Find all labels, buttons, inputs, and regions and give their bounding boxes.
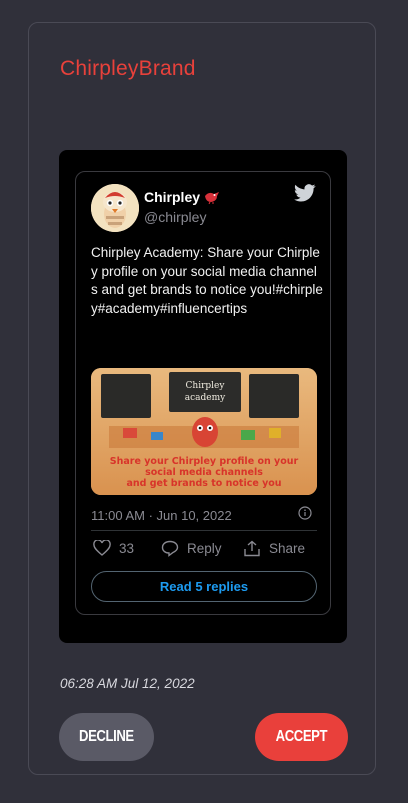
reply-button[interactable]: Reply: [161, 540, 222, 557]
svg-text:academy: academy: [185, 393, 226, 403]
tweet-author[interactable]: Chirpley: [144, 189, 221, 205]
tweet-text: Chirpley Academy: Share your Chirpley pr…: [91, 245, 323, 316]
info-icon[interactable]: [298, 506, 312, 520]
decline-label: DECLINE: [79, 728, 134, 745]
share-icon: [244, 540, 260, 557]
tweet-card[interactable]: Chirpley @chirpley Chirpley Academy: Sha…: [75, 171, 331, 615]
read-replies-button[interactable]: Read 5 replies: [91, 571, 317, 602]
tweet-embed: Chirpley @chirpley Chirpley Academy: Sha…: [59, 150, 347, 643]
like-button[interactable]: 33: [93, 540, 134, 556]
red-bird-icon: [205, 192, 220, 204]
accept-button[interactable]: ACCEPT: [255, 713, 348, 761]
accept-label: ACCEPT: [275, 728, 328, 745]
post-date: 06:28 AM Jul 12, 2022: [60, 676, 195, 691]
tweet-actions: 33 Reply Share: [91, 540, 317, 562]
display-name: Chirpley: [144, 189, 201, 205]
twitter-icon[interactable]: [294, 184, 316, 202]
like-count: 33: [119, 540, 135, 556]
svg-text:and get brands to notice you: and get brands to notice you: [126, 478, 281, 489]
chirpley-mascot-icon: [91, 184, 139, 232]
brand-name: ChirpleyBrand: [60, 57, 196, 80]
avatar[interactable]: [91, 184, 139, 232]
tweet-timestamp[interactable]: 11:00 AM · Jun 10, 2022: [91, 508, 232, 523]
share-button[interactable]: Share: [243, 540, 305, 557]
divider: [91, 530, 317, 531]
share-label: Share: [269, 541, 306, 556]
svg-text:Share your Chirpley profile on: Share your Chirpley profile on your: [110, 456, 299, 467]
tweet-handle[interactable]: @chirpley: [144, 209, 206, 225]
decline-button[interactable]: DECLINE: [59, 713, 154, 761]
campaign-card: ChirpleyBrand Chirpley @chirpley Chirple…: [28, 22, 376, 775]
tweet-media-image[interactable]: Chirpley academy Share your Chirpley pro…: [91, 368, 317, 495]
reply-label: Reply: [187, 541, 222, 556]
svg-text:social media channels: social media channels: [145, 467, 263, 478]
heart-icon: [93, 540, 111, 556]
board-text: Chirpley: [186, 381, 226, 391]
reply-icon: [161, 540, 179, 557]
